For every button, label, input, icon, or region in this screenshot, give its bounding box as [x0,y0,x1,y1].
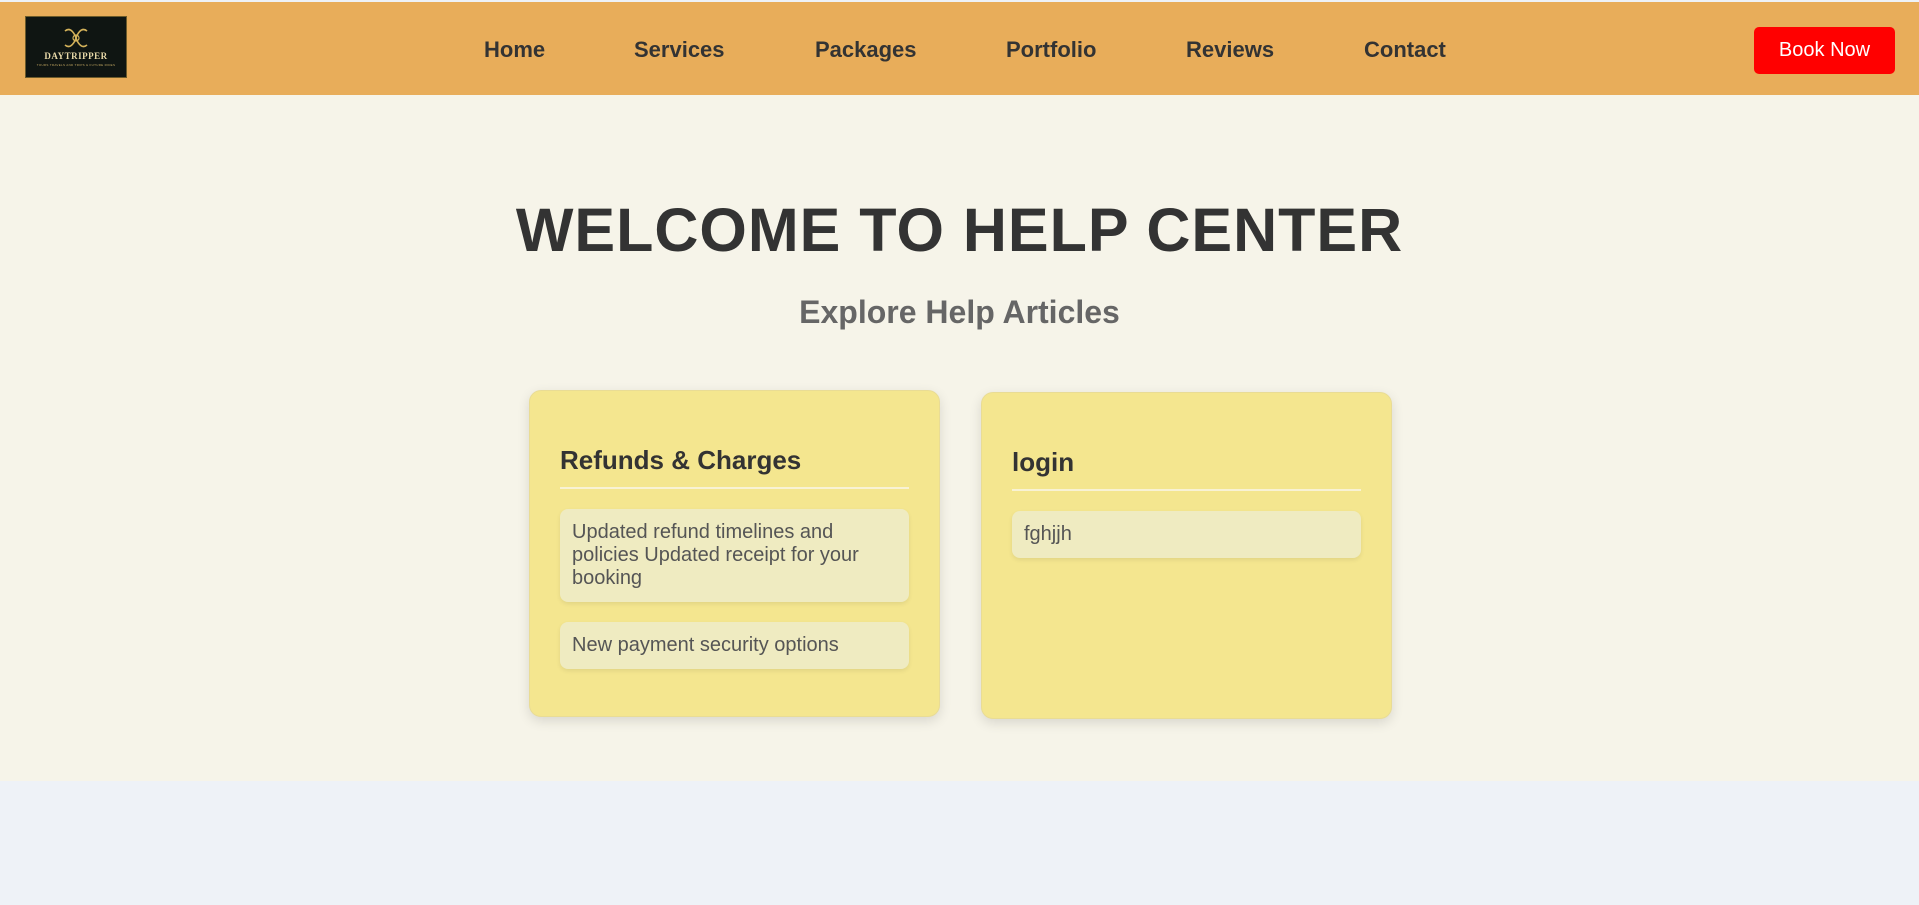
nav-contact[interactable]: Contact [1364,37,1446,63]
brand-tagline: TOURS TRAVELS AND TRIPS & FUTURE RIDES [36,63,116,67]
help-article-link[interactable]: Updated refund timelines and policies Up… [560,509,909,602]
card-title: Refunds & Charges [560,445,909,489]
page-title: WELCOME TO HELP CENTER [515,196,1404,264]
brand-logo[interactable]: DAYTRIPPER TOURS TRAVELS AND TRIPS & FUT… [25,16,127,78]
help-card-refunds: Refunds & Charges Updated refund timelin… [529,390,940,717]
nav-home[interactable]: Home [484,37,545,63]
page-subtitle: Explore Help Articles [799,294,1120,330]
help-article-link[interactable]: New payment security options [560,622,909,669]
site-header: DAYTRIPPER TOURS TRAVELS AND TRIPS & FUT… [0,2,1919,95]
nav-packages[interactable]: Packages [815,37,917,63]
daytripper-emblem-icon [64,28,88,48]
help-center-main: WELCOME TO HELP CENTER Explore Help Arti… [0,95,1919,781]
card-title: login [1012,447,1361,491]
book-now-button[interactable]: Book Now [1754,27,1895,74]
brand-name: DAYTRIPPER [44,51,108,61]
nav-reviews[interactable]: Reviews [1186,37,1274,63]
nav-services[interactable]: Services [634,37,725,63]
help-article-link[interactable]: fghjjh [1012,511,1361,558]
nav-portfolio[interactable]: Portfolio [1006,37,1096,63]
help-card-login: login fghjjh [981,392,1392,719]
footer-area [0,781,1919,905]
